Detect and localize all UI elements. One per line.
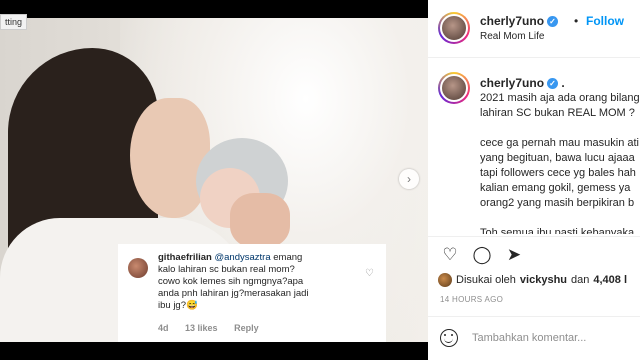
verified-badge-icon: ✓ — [547, 78, 559, 90]
caption-suffix: . — [561, 76, 565, 90]
liked-and: dan — [571, 274, 590, 286]
chevron-right-icon: › — [407, 172, 411, 186]
emoji-icon[interactable] — [440, 329, 458, 347]
photo-mother-face — [130, 98, 210, 218]
liked-prefix: Disukai oleh — [456, 274, 516, 286]
post-photo[interactable]: ♡ githaefrilian @andysaztra emang kalo l… — [0, 18, 428, 342]
verified-badge-icon: ✓ — [547, 16, 559, 28]
post-timestamp[interactable]: 14 HOURS AGO — [440, 295, 503, 304]
heart-icon[interactable]: ♡ — [440, 245, 460, 265]
setting-tooltip: tting — [0, 14, 28, 30]
comment-screenshot-card: ♡ githaefrilian @andysaztra emang kalo l… — [118, 244, 386, 342]
post-sidebar: cherly7uno ✓ • Follow Real Mom Life cherl… — [428, 0, 640, 360]
caption-line: Toh semua ibu pasti kebanyaka — [480, 227, 635, 234]
comment-mention: @andysaztra — [214, 252, 271, 263]
caption-line: cece ga pernah mau masukin ati — [480, 137, 639, 149]
caption-line: tapi followers cece yg bales hah — [480, 167, 636, 179]
comment-input[interactable] — [472, 329, 636, 347]
next-media-button[interactable]: › — [399, 169, 419, 189]
comment-text-line: anda pnh lahiran jg?merasakan jadi — [158, 288, 309, 299]
liked-count[interactable]: 4,408 l — [593, 274, 627, 286]
caption-line — [480, 211, 640, 226]
caption-line: orang2 yang masih berpikiran b — [480, 197, 635, 209]
liker-avatar — [438, 273, 452, 287]
author-username[interactable]: cherly7uno ✓ — [480, 14, 559, 28]
caption-text: 2021 masih aja ada orang bilang lahiran … — [480, 91, 640, 234]
caption-section: cherly7uno ✓ . 2021 masih aja ada orang b… — [428, 58, 640, 234]
caption-author-avatar[interactable] — [438, 72, 470, 104]
comment-icon[interactable]: ◯ — [472, 245, 492, 265]
post-actions: ♡ ◯ ➤ Disukai oleh vickyshu dan 4,408 l … — [428, 236, 640, 316]
caption-author-username[interactable]: cherly7uno ✓ . — [480, 76, 565, 90]
caption-username-text[interactable]: cherly7uno — [480, 76, 544, 90]
commenter-avatar — [128, 258, 148, 278]
comment-text-line: ibu jg?😅 — [158, 300, 198, 311]
add-comment-bar — [428, 316, 640, 360]
post-media-pane: ♡ githaefrilian @andysaztra emang kalo l… — [0, 0, 428, 360]
comment-text-line: emang — [270, 252, 303, 263]
send-icon[interactable]: ➤ — [504, 245, 524, 265]
caption-line: 2021 masih aja ada orang bilang — [480, 92, 640, 104]
liked-by[interactable]: Disukai oleh vickyshu dan 4,408 l — [438, 273, 627, 287]
heart-icon: ♡ — [365, 268, 374, 279]
comment-reply: Reply — [234, 323, 259, 333]
author-username-text[interactable]: cherly7uno — [480, 14, 544, 28]
post-header: cherly7uno ✓ • Follow Real Mom Life — [428, 0, 640, 58]
comment-text-line: cowo kok lemes sih ngmgnya?apa — [158, 276, 304, 287]
author-avatar[interactable] — [438, 12, 470, 44]
photo-hand — [230, 193, 290, 248]
comment-likes: 13 likes — [185, 323, 218, 333]
action-icons: ♡ ◯ ➤ — [440, 245, 524, 265]
comment-text-line: kalo lahiran sc bukan real mom? — [158, 264, 295, 275]
post-location[interactable]: Real Mom Life — [480, 31, 544, 42]
follow-button[interactable]: Follow — [586, 14, 624, 28]
caption-line — [480, 121, 640, 136]
liked-user[interactable]: vickyshu — [520, 274, 567, 286]
caption-line: lahiran SC bukan REAL MOM ? — [480, 107, 635, 119]
comment-meta: 4d 13 likes Reply — [158, 322, 273, 334]
separator-dot: • — [574, 14, 579, 28]
caption-line: yang begituan, bawa lucu ajaaa — [480, 152, 635, 164]
commenter-username: githaefrilian — [158, 252, 212, 263]
comment-age: 4d — [158, 323, 169, 333]
comment-text: githaefrilian @andysaztra emang kalo lah… — [158, 252, 376, 312]
caption-line: kalian emang gokil, gemess ya — [480, 182, 631, 194]
